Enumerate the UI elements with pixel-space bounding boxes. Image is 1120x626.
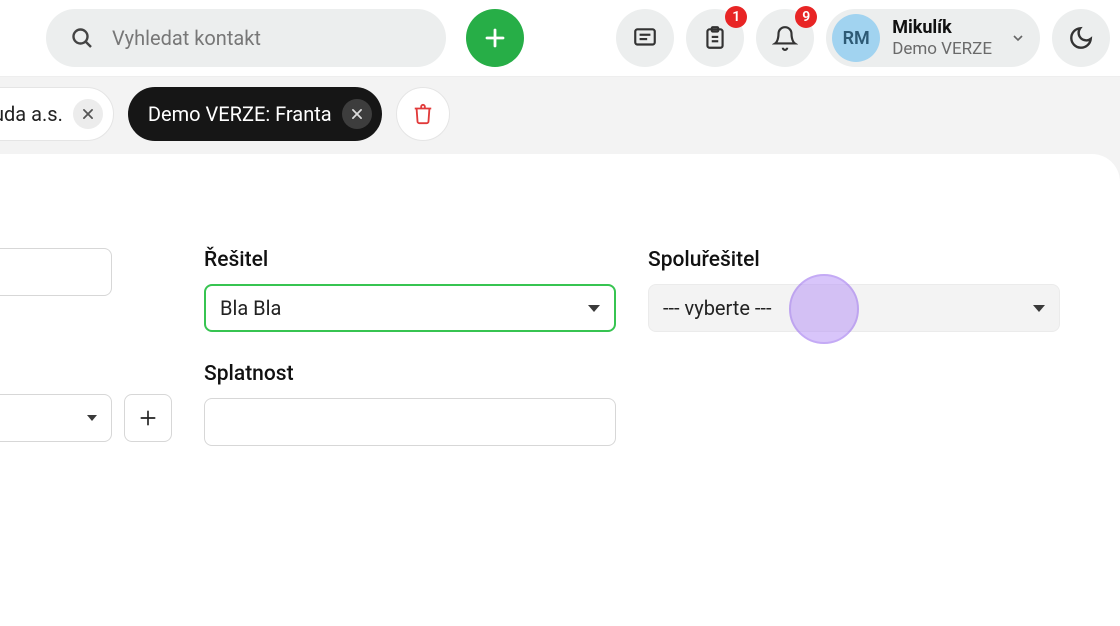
avatar: RM	[832, 14, 880, 62]
resitel-select[interactable]: Bla Bla	[204, 284, 616, 332]
search-icon	[70, 26, 94, 50]
message-icon	[632, 25, 658, 51]
user-subtitle: Demo VERZE	[892, 39, 992, 59]
plus-icon	[483, 26, 507, 50]
tab-item-active[interactable]: Demo VERZE: Franta	[128, 87, 382, 141]
dropdown-icon	[1033, 305, 1045, 312]
text-input[interactable]	[0, 248, 112, 296]
trash-icon	[412, 103, 434, 125]
select-input[interactable]	[0, 394, 112, 442]
tab-item[interactable]: uda a.s.	[0, 87, 114, 141]
add-button[interactable]	[466, 9, 524, 67]
notifications-button[interactable]: 9	[756, 9, 814, 67]
select-value: --- vyberte ---	[663, 296, 772, 320]
tabs-bar: uda a.s. Demo VERZE: Franta	[0, 76, 1120, 154]
bell-icon	[772, 25, 798, 51]
partial-field	[0, 248, 112, 296]
field-spoluresitel: Spoluřešitel --- vyberte ---	[648, 248, 1060, 332]
field-label: Řešitel	[204, 248, 616, 272]
content-panel: Řešitel Bla Bla Spoluřešitel --- vyberte…	[0, 154, 1120, 626]
theme-toggle-button[interactable]	[1052, 9, 1110, 67]
splatnost-input[interactable]	[204, 398, 616, 446]
spoluresitel-select[interactable]: --- vyberte ---	[648, 284, 1060, 332]
field-resitel: Řešitel Bla Bla	[204, 248, 616, 332]
user-info: Mikulík Demo VERZE	[892, 17, 992, 59]
close-icon	[350, 107, 364, 121]
field-label: Spoluřešitel	[648, 248, 1060, 272]
partial-select	[0, 394, 112, 442]
dropdown-icon	[87, 415, 97, 421]
search-container[interactable]	[46, 9, 446, 67]
close-icon	[81, 107, 95, 121]
clipboard-icon	[702, 25, 728, 51]
add-item-button[interactable]	[124, 394, 172, 442]
delete-button[interactable]	[396, 87, 450, 141]
user-name: Mikulík	[892, 17, 992, 39]
tab-label: Demo VERZE: Franta	[148, 102, 332, 126]
select-value: Bla Bla	[220, 296, 281, 320]
messages-button[interactable]	[616, 9, 674, 67]
tab-close-button[interactable]	[342, 99, 372, 129]
tab-close-button[interactable]	[73, 99, 103, 129]
plus-icon	[138, 408, 158, 428]
field-splatnost: Splatnost	[204, 362, 616, 446]
chevron-down-icon	[1010, 30, 1026, 46]
dropdown-icon	[588, 305, 600, 312]
bell-badge: 9	[795, 6, 817, 28]
field-label: Splatnost	[204, 362, 616, 386]
clipboard-button[interactable]: 1	[686, 9, 744, 67]
user-menu[interactable]: RM Mikulík Demo VERZE	[826, 9, 1040, 67]
search-input[interactable]	[112, 26, 422, 50]
tab-label: uda a.s.	[0, 102, 63, 126]
moon-icon	[1068, 25, 1094, 51]
header: 1 9 RM Mikulík Demo VERZE	[0, 0, 1120, 76]
clipboard-badge: 1	[725, 6, 747, 28]
